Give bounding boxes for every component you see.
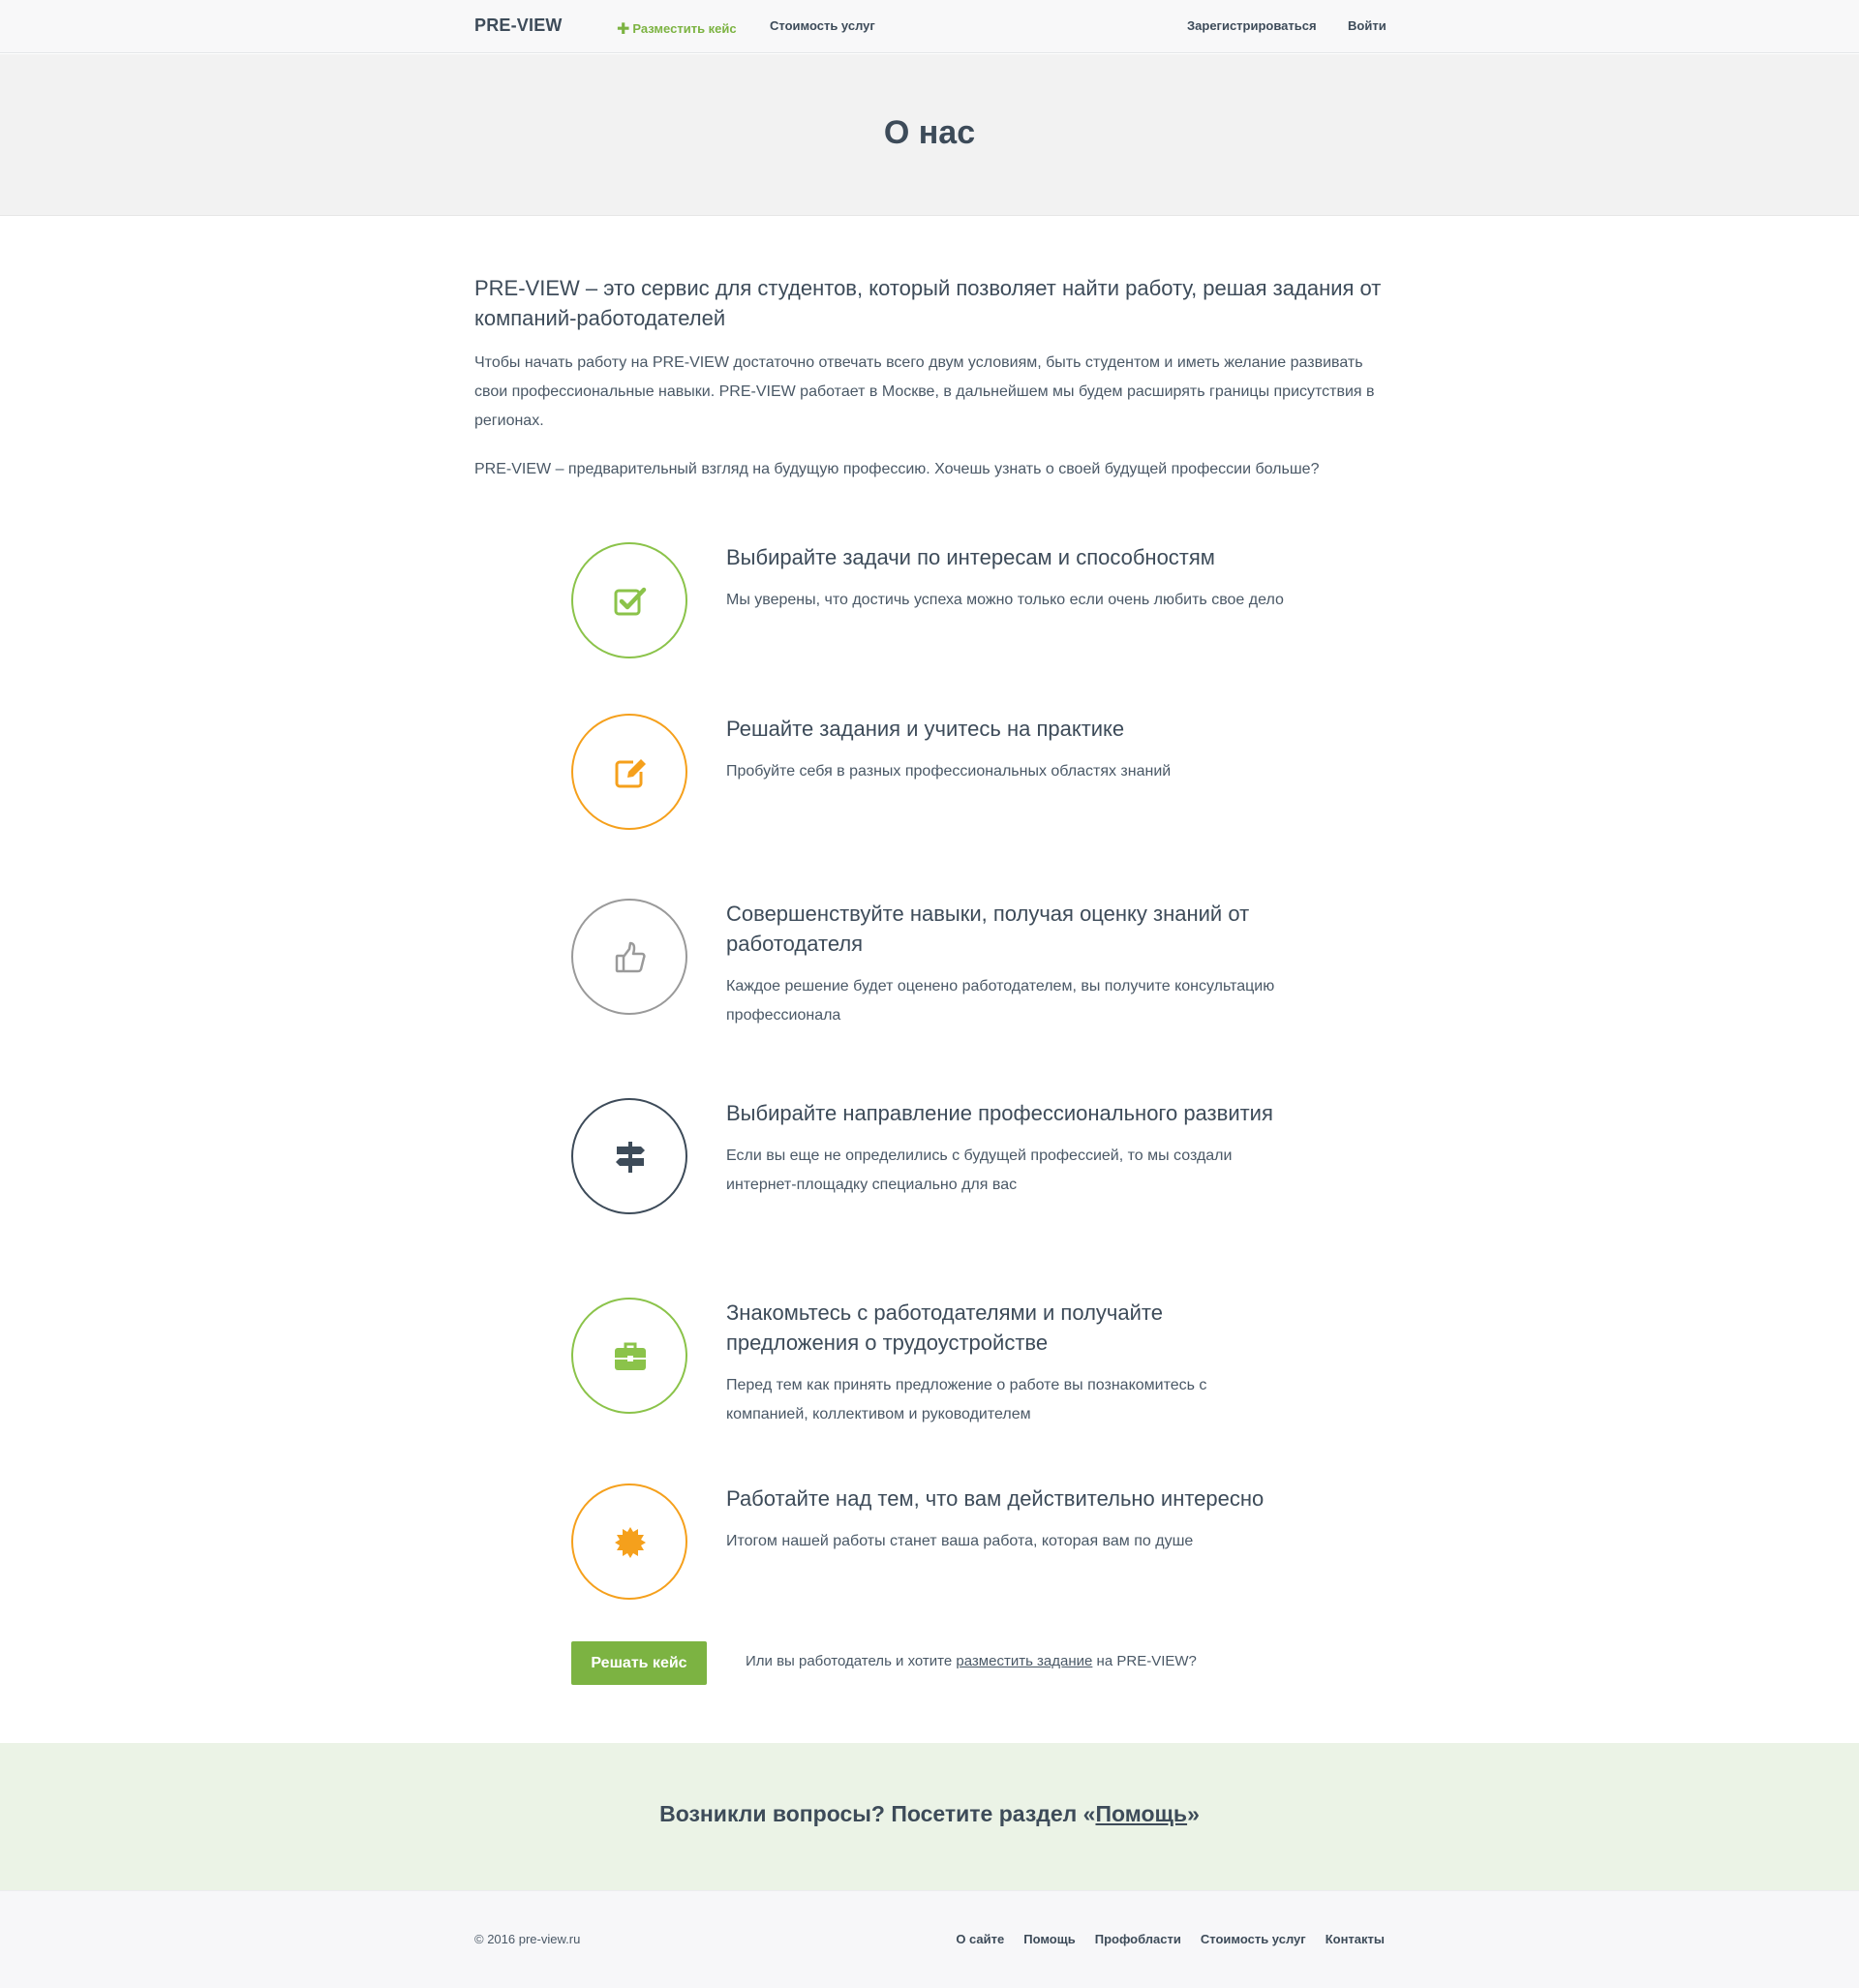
intro-paragraph-1: Чтобы начать работу на PRE-VIEW достаточ… bbox=[474, 354, 1375, 429]
feature-text: Перед тем как принять предложение о рабо… bbox=[726, 1377, 1207, 1422]
feature-icon-circle bbox=[571, 714, 687, 830]
plus-icon: ✚ bbox=[617, 21, 630, 38]
intro-section: PRE-VIEW – это сервис для студентов, кот… bbox=[474, 273, 1385, 484]
footer-link-about[interactable]: О сайте bbox=[956, 1932, 1004, 1946]
feature-icon-circle bbox=[571, 1098, 687, 1214]
nav-add-case[interactable]: ✚ Разместить кейс bbox=[617, 18, 737, 38]
intro-paragraph-2: PRE-VIEW – предварительный взгляд на буд… bbox=[474, 461, 1320, 477]
post-task-link[interactable]: разместить задание bbox=[956, 1653, 1092, 1669]
copyright: © 2016 pre-view.ru bbox=[474, 1932, 581, 1946]
employer-note-after: на PRE-VIEW? bbox=[1092, 1653, 1197, 1669]
nav-login[interactable]: Войти bbox=[1348, 18, 1387, 33]
briefcase-icon bbox=[615, 1342, 646, 1370]
footer-link-help[interactable]: Помощь bbox=[1023, 1932, 1075, 1946]
feature-title: Знакомьтесь с работодателями и получайте… bbox=[726, 1300, 1163, 1355]
signpost-icon bbox=[616, 1142, 645, 1173]
edit-icon bbox=[615, 759, 646, 788]
feature-text: Если вы еще не определились с будущей пр… bbox=[726, 1147, 1233, 1193]
employer-note-before: Или вы работодатель и хотите bbox=[746, 1653, 957, 1669]
nav-register[interactable]: Зарегистрироваться bbox=[1187, 18, 1317, 33]
top-navbar: PRE-VIEW ✚ Разместить кейс Стоимость услу… bbox=[0, 0, 1859, 53]
logo[interactable]: PRE-VIEW bbox=[474, 15, 563, 36]
page-title: О нас bbox=[883, 114, 976, 151]
footer-link-contacts[interactable]: Контакты bbox=[1326, 1932, 1385, 1946]
employer-note: Или вы работодатель и хотите разместить … bbox=[746, 1653, 1197, 1669]
feature-text: Мы уверены, что достичь успеха можно тол… bbox=[726, 592, 1284, 608]
intro-lead: PRE-VIEW – это сервис для студентов, кот… bbox=[474, 276, 1382, 330]
feature-title: Выбирайте задачи по интересам и способно… bbox=[726, 545, 1215, 569]
footer-nav: О сайте Помощь Профобласти Стоимость усл… bbox=[956, 1932, 1385, 1946]
feature-icon-circle bbox=[571, 899, 687, 1015]
help-text-after: » bbox=[1187, 1801, 1200, 1826]
feature-title: Работайте над тем, что вам действительно… bbox=[726, 1486, 1265, 1511]
nav-pricing[interactable]: Стоимость услуг bbox=[770, 18, 875, 33]
feature-text: Пробуйте себя в разных профессиональных … bbox=[726, 763, 1172, 780]
feature-text: Каждое решение будет оценено работодател… bbox=[726, 978, 1275, 1024]
checkbox-icon bbox=[614, 587, 647, 616]
help-text: Возникли вопросы? Посетите раздел «Помощ… bbox=[0, 1801, 1859, 1827]
footer-link-professions[interactable]: Профобласти bbox=[1095, 1932, 1181, 1946]
nav-add-case-label: Разместить кейс bbox=[632, 21, 737, 36]
feature-icon-circle bbox=[571, 1483, 687, 1600]
page-hero: О нас bbox=[0, 54, 1859, 216]
footer: © 2016 pre-view.ru О сайте Помощь Профоб… bbox=[0, 1890, 1859, 1988]
help-link[interactable]: Помощь bbox=[1095, 1801, 1187, 1826]
feature-icon-circle bbox=[571, 1298, 687, 1414]
feature-text: Итогом нашей работы станет ваша работа, … bbox=[726, 1533, 1194, 1549]
badge-icon bbox=[615, 1527, 646, 1558]
feature-title: Совершенствуйте навыки, получая оценку з… bbox=[726, 902, 1250, 956]
feature-icon-circle bbox=[571, 542, 687, 658]
thumbs-up-icon bbox=[615, 941, 646, 973]
footer-link-pricing[interactable]: Стоимость услуг bbox=[1201, 1932, 1306, 1946]
feature-title: Решайте задания и учитесь на практике bbox=[726, 717, 1125, 741]
help-banner: Возникли вопросы? Посетите раздел «Помощ… bbox=[0, 1743, 1859, 1890]
solve-case-button[interactable]: Решать кейс bbox=[571, 1641, 707, 1685]
feature-title: Выбирайте направление профессионального … bbox=[726, 1101, 1273, 1125]
help-text-before: Возникли вопросы? Посетите раздел « bbox=[659, 1801, 1096, 1826]
